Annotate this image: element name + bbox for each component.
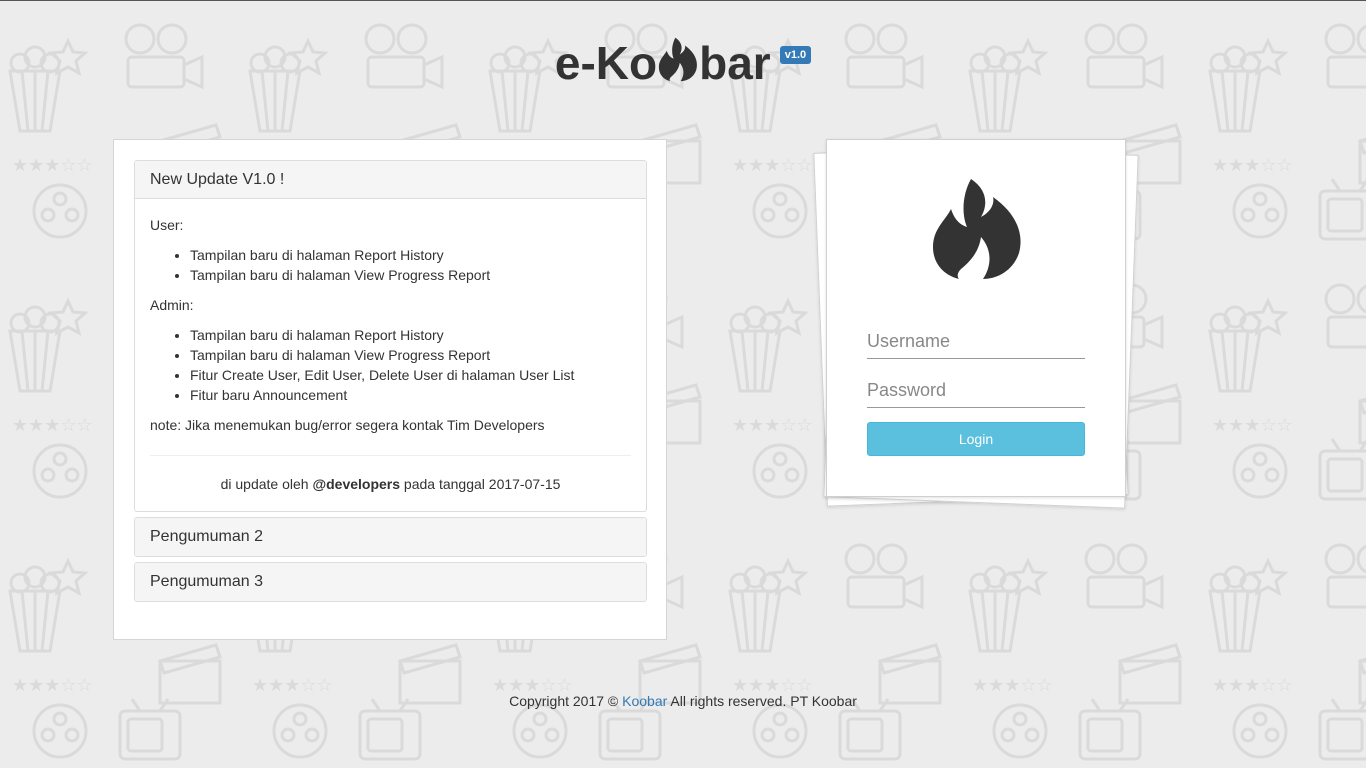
brand-text-start: e-Ko: [554, 37, 658, 89]
list-item: Fitur baru Announcement: [190, 385, 631, 405]
update-mid: pada tanggal: [403, 476, 485, 492]
koobar-link[interactable]: Koobar: [622, 693, 667, 709]
brand-header: e-Ko bar v1.0: [0, 37, 1366, 89]
accordion-item-pengumuman-2: Pengumuman 2: [134, 517, 647, 557]
announcement-panel: New Update V1.0 ! User: Tampilan baru di…: [113, 139, 667, 640]
login-button[interactable]: Login: [867, 422, 1085, 456]
password-input[interactable]: [867, 374, 1085, 408]
accordion-item-pengumuman-3: Pengumuman 3: [134, 562, 647, 602]
admin-heading: Admin:: [150, 297, 194, 313]
update-info: di update oleh @developers pada tanggal …: [150, 474, 631, 494]
list-item: Tampilan baru di halaman View Progress R…: [190, 345, 631, 365]
update-author: @developers: [312, 476, 401, 492]
username-input[interactable]: [867, 325, 1085, 359]
brand-text-end: bar: [699, 37, 771, 89]
list-item: Tampilan baru di halaman Report History: [190, 325, 631, 345]
accordion-body-update: User: Tampilan baru di halaman Report Hi…: [135, 199, 646, 494]
accordion-item-update: New Update V1.0 ! User: Tampilan baru di…: [134, 160, 647, 512]
copyright-prefix: Copyright 2017 ©: [509, 693, 619, 709]
list-item: Tampilan baru di halaman Report History: [190, 245, 631, 265]
update-date: 2017-07-15: [488, 476, 561, 492]
accordion-header-pengumuman-3[interactable]: Pengumuman 3: [135, 563, 646, 601]
admin-changes-list: Tampilan baru di halaman Report History …: [150, 325, 631, 405]
version-badge: v1.0: [779, 46, 812, 64]
divider: [150, 455, 631, 456]
accordion-header-update[interactable]: New Update V1.0 !: [135, 161, 646, 199]
update-prefix: di update oleh: [220, 476, 309, 492]
copyright-suffix: All rights reserved. PT Koobar: [670, 693, 857, 709]
login-card: Login: [826, 139, 1126, 497]
user-heading: User:: [150, 217, 184, 233]
update-note: note: Jika menemukan bug/error segera ko…: [150, 417, 545, 433]
list-item: Tampilan baru di halaman View Progress R…: [190, 265, 631, 285]
brand-logo[interactable]: e-Ko bar v1.0: [554, 37, 812, 89]
user-changes-list: Tampilan baru di halaman Report History …: [150, 245, 631, 285]
brand-wordmark: e-Ko bar: [554, 37, 771, 89]
copyright-footer: Copyright 2017 © Koobar All rights reser…: [0, 693, 1366, 709]
accordion-header-pengumuman-2[interactable]: Pengumuman 2: [135, 518, 646, 556]
list-item: Fitur Create User, Edit User, Delete Use…: [190, 365, 631, 385]
flame-icon: [658, 37, 698, 82]
flame-icon: [933, 179, 1021, 279]
